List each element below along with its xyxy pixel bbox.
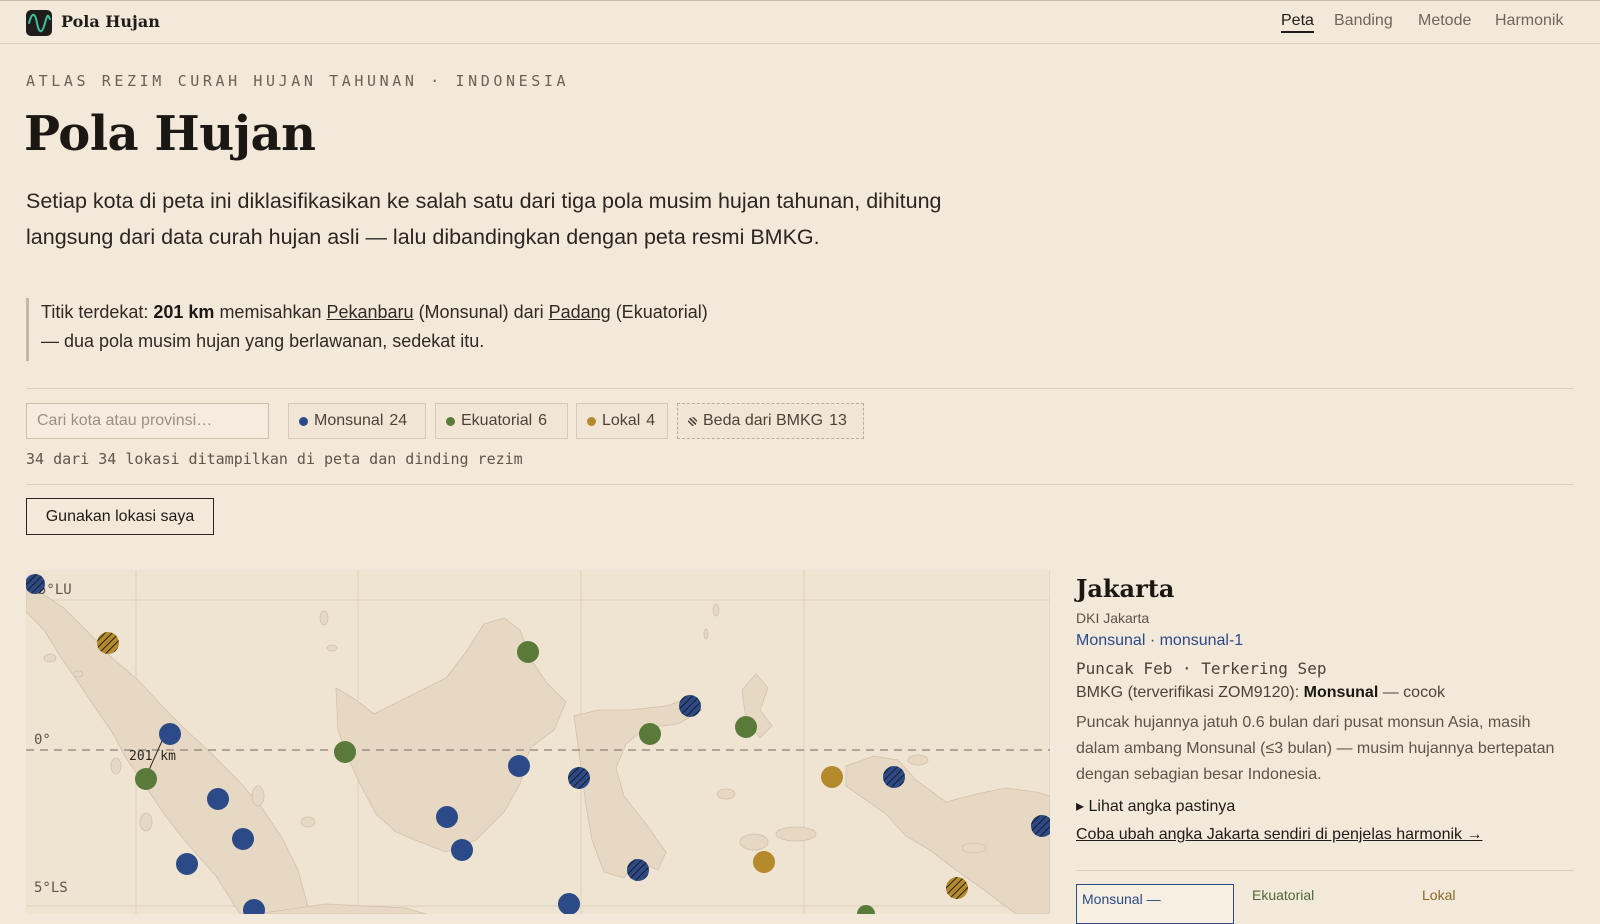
city-marker-ekuatorial[interactable]: [735, 716, 757, 738]
top-bar: Pola Hujan Peta Banding Metode Harmonik: [0, 0, 1600, 44]
mini-card-monsunal[interactable]: Monsunal —: [1076, 884, 1234, 924]
island-small: [961, 842, 987, 854]
nav-peta[interactable]: Peta: [1281, 12, 1314, 33]
city-marker-ekuatorial[interactable]: [639, 723, 661, 745]
island-small: [139, 812, 153, 832]
mismatch-hatch: [946, 877, 968, 899]
lokal-dot-icon: [587, 416, 596, 426]
city-marker-lokal[interactable]: [821, 766, 843, 788]
island-small: [907, 754, 929, 766]
island-small: [703, 628, 709, 640]
brand-name[interactable]: Pola Hujan: [61, 12, 160, 31]
use-my-location-button[interactable]: Gunakan lokasi saya: [26, 498, 214, 535]
eyebrow: ATLAS REZIM CURAH HUJAN TAHUNAN · INDONE…: [26, 72, 570, 90]
logo-wave-icon[interactable]: [26, 10, 52, 36]
nav-banding[interactable]: Banding: [1334, 12, 1393, 30]
ekuatorial-dot-icon: [446, 416, 455, 426]
regime-explanation: Puncak hujannya jatuh 0.6 bulan dari pus…: [1076, 714, 1555, 783]
mini-card-lokal[interactable]: Lokal: [1422, 887, 1455, 903]
page-title: Pola Hujan: [24, 106, 316, 162]
city-marker-ekuatorial[interactable]: [517, 641, 539, 663]
island-small: [716, 788, 736, 800]
mismatch-hatch: [627, 859, 649, 881]
city-marker-monsunal[interactable]: [451, 839, 473, 861]
result-count: 34 dari 34 lokasi ditampilkan di peta da…: [26, 450, 523, 468]
filter-chip-lokal[interactable]: Lokal 4: [576, 403, 668, 439]
city-marker-ekuatorial[interactable]: [334, 741, 356, 763]
distance-value: 201 km: [153, 302, 215, 322]
filter-chip-ekuatorial[interactable]: Ekuatorial 6: [435, 403, 568, 439]
divider: [26, 484, 1574, 485]
city-marker-lokal[interactable]: [753, 851, 775, 873]
divider: [1076, 870, 1574, 871]
island-small: [110, 757, 122, 775]
city-marker-pekanbaru[interactable]: [159, 723, 181, 745]
city-marker-padang[interactable]: [135, 768, 157, 790]
lat-label-5ls: 5°LS: [34, 880, 68, 896]
mismatch-hatch: [679, 695, 701, 717]
divider: [26, 388, 1574, 389]
mismatch-hatch: [97, 632, 119, 654]
bmkg-comparison: BMKG (terverifikasi ZOM9120): Monsunal —…: [1076, 684, 1445, 701]
peak-dry-months: Puncak Feb · Terkering Sep: [1076, 659, 1327, 678]
search-input[interactable]: [26, 403, 269, 439]
island-small: [326, 644, 338, 652]
intro-text: Setiap kota di peta ini diklasifikasikan…: [26, 189, 942, 249]
island-small: [739, 833, 769, 851]
city-marker-monsunal[interactable]: [436, 806, 458, 828]
mismatch-hatch: [883, 766, 905, 788]
hatch-pattern-icon: [688, 416, 697, 426]
province-name: DKI Jakarta: [1076, 610, 1150, 626]
lat-label-equator: 0°: [34, 732, 51, 748]
city-link-padang[interactable]: Padang: [549, 302, 611, 322]
island-small: [251, 785, 265, 807]
island-small: [319, 610, 329, 626]
harmonic-explainer-link[interactable]: Coba ubah angka Jakarta sendiri di penje…: [1076, 826, 1482, 844]
regime-map[interactable]: 5°LU 0° 5°LS 201 km: [26, 570, 1050, 914]
monsunal-dot-icon: [299, 416, 308, 426]
island-small: [775, 826, 817, 842]
city-marker-monsunal[interactable]: [558, 893, 580, 914]
mismatch-hatch: [568, 767, 590, 789]
regime-label: Monsunal · monsunal-1: [1076, 632, 1244, 649]
island-small: [43, 653, 57, 663]
nav-metode[interactable]: Metode: [1418, 12, 1471, 30]
island-small: [300, 816, 316, 828]
mini-card-ekuatorial[interactable]: Ekuatorial: [1252, 887, 1314, 903]
distance-label: 201 km: [129, 749, 176, 764]
closest-point-callout: Titik terdekat: 201 km memisahkan Pekanb…: [26, 298, 726, 361]
city-detail-panel: Jakarta DKI Jakarta Monsunal · monsunal-…: [1076, 570, 1576, 924]
city-marker-monsunal[interactable]: [508, 755, 530, 777]
nav-harmonik[interactable]: Harmonik: [1495, 12, 1563, 30]
city-marker-monsunal[interactable]: [176, 853, 198, 875]
exact-numbers-toggle[interactable]: ▸ Lihat angka pastinya: [1076, 796, 1235, 816]
filter-chip-monsunal[interactable]: Monsunal 24: [288, 403, 426, 439]
triangle-right-icon: ▸: [1076, 798, 1085, 815]
city-marker-monsunal[interactable]: [232, 828, 254, 850]
city-link-pekanbaru[interactable]: Pekanbaru: [326, 302, 413, 322]
island-small: [712, 603, 720, 617]
island-small: [72, 670, 84, 678]
filter-chip-beda-bmkg[interactable]: Beda dari BMKG 13: [677, 403, 864, 439]
city-name: Jakarta: [1076, 574, 1175, 603]
city-marker-monsunal[interactable]: [207, 788, 229, 810]
